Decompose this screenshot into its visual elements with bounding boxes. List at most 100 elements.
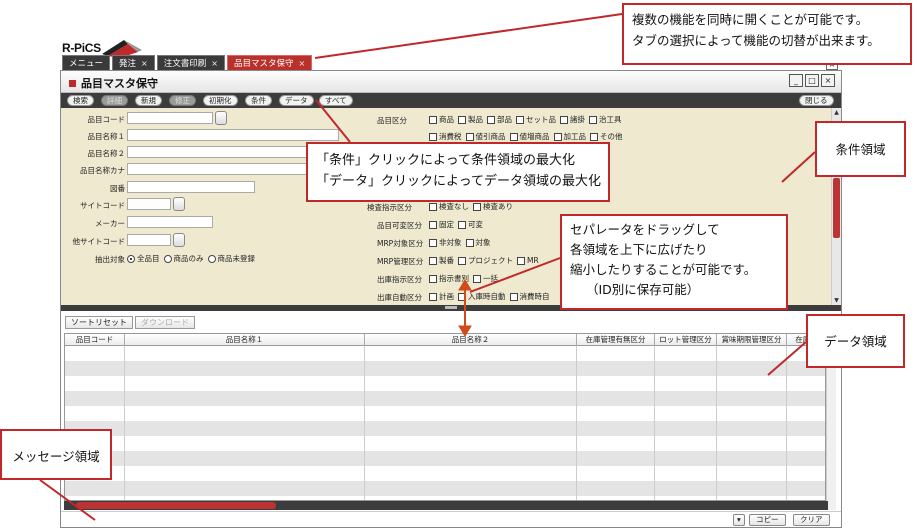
checkbox-project[interactable]: プロジェクト [458,255,513,266]
item-code-lookup-button[interactable] [215,111,227,125]
separator-grip-icon[interactable] [445,306,457,309]
checkbox-tax[interactable]: 消費税 [429,131,462,142]
grid-column-header[interactable]: 賞味期限管理区分 [717,334,787,346]
drawing-input[interactable] [127,181,255,193]
all-button[interactable]: すべて [319,95,353,106]
close-icon[interactable]: × [141,59,148,68]
checkbox-serial[interactable]: 製番 [429,255,454,266]
minimize-button[interactable]: _ [789,74,803,87]
checkbox-label: 指示書別 [439,274,469,283]
checkbox-mrp[interactable]: MR [517,256,539,265]
table-row[interactable] [65,406,825,421]
checkbox-set[interactable]: セット品 [516,114,556,125]
table-row[interactable] [65,421,825,436]
grid-column-header[interactable]: 在庫管理有無区分 [577,334,655,346]
checkbox-icon [465,132,474,141]
checkbox-on-consume[interactable]: 消費時自 [509,291,550,302]
callout-text: 「データ」クリックによってデータ領域の最大化 [316,174,601,189]
checkbox-other[interactable]: その他 [590,131,623,142]
checkbox-plan[interactable]: 計画 [429,291,454,302]
copy-button[interactable]: コピー [749,514,786,526]
other-site-input[interactable] [127,234,171,246]
grid-column-header[interactable]: 品目名称１ [125,334,365,346]
table-row[interactable] [65,481,825,496]
close-icon[interactable]: × [211,59,218,68]
item-code-input[interactable] [127,112,213,124]
maker-input[interactable] [127,216,213,228]
init-button[interactable]: 初期化 [203,95,238,106]
restore-button[interactable]: □ [805,74,819,87]
tab-menu[interactable]: メニュー [62,55,111,70]
grid-column-header[interactable]: 品目名称２ [365,334,577,346]
checkbox-tools[interactable]: 治工具 [589,114,622,125]
checkbox-label: 対象 [475,238,491,247]
checkbox-label: 値引商品 [475,132,506,141]
table-row[interactable] [65,391,825,406]
separator-callout: セパレータをドラッグして 各領域を上下に広げたり 縮小したりすることが可能です。… [560,214,788,310]
checkbox-fixed[interactable]: 固定 [429,219,454,230]
table-row[interactable] [65,361,825,376]
checkbox-batch[interactable]: 一括 [473,273,498,284]
tabs-callout: 複数の機能を同時に開くことが可能です。 タブの選択によって機能の切替が出来ます。 [622,3,912,65]
table-row[interactable] [65,466,825,481]
other-site-lookup-button[interactable] [173,233,185,247]
close-window-button[interactable]: 閉じる [799,95,834,106]
radio-all-items[interactable]: 全品目 [127,253,160,264]
detail-button[interactable]: 詳細 [101,95,128,106]
grid-horizontal-scrollbar[interactable] [64,501,828,510]
checkbox-target[interactable]: 対象 [465,237,491,248]
table-row[interactable] [65,436,825,451]
radio-icon [207,254,216,263]
checkbox-no-inspection[interactable]: 検査なし [429,201,469,212]
checkbox-label: 加工品 [563,132,587,141]
checkbox-inspection[interactable]: 検査あり [473,201,513,212]
checkbox-non-target[interactable]: 非対象 [429,237,462,248]
table-row[interactable] [65,451,825,466]
checkbox-label: その他 [600,132,623,141]
checkbox-icon [517,256,525,265]
checkbox-auto-on-receipt[interactable]: 入庫時自動 [458,291,506,302]
grid-column-header[interactable]: ロット管理区分 [655,334,717,346]
checkbox-surcharge[interactable]: 値増商品 [509,131,550,142]
site-code-label: サイトコード [80,201,125,210]
checkbox-product[interactable]: 製品 [458,114,483,125]
table-row[interactable] [65,346,825,361]
scrollbar-thumb[interactable] [833,178,840,238]
search-button[interactable]: 検索 [67,95,94,106]
checkbox-part[interactable]: 部品 [487,114,512,125]
tab-order[interactable]: 発注 × [112,55,155,70]
close-button[interactable]: × [821,74,835,87]
download-button[interactable]: ダウンロード [135,316,195,329]
condition-button[interactable]: 条件 [245,95,272,106]
checkbox-by-document[interactable]: 指示書別 [429,273,469,284]
table-row[interactable] [65,376,825,391]
clear-button[interactable]: クリア [793,514,830,526]
checkbox-variable[interactable]: 可変 [458,219,483,230]
site-code-input[interactable] [127,198,171,210]
checkbox-charges[interactable]: 諸掛 [560,114,585,125]
new-button[interactable]: 新規 [135,95,162,106]
tab-po-print[interactable]: 注文書印刷 × [156,55,225,70]
checkbox-icon [458,292,466,301]
message-dropdown-button[interactable]: ▾ [733,514,745,526]
radio-goods-only[interactable]: 商品のみ [163,253,204,264]
grid-column-line [786,346,787,500]
scrollbar-thumb[interactable] [76,502,276,509]
checkbox-discount[interactable]: 値引商品 [465,131,506,142]
checkbox-processed[interactable]: 加工品 [553,131,587,142]
edit-button[interactable]: 修正 [169,95,196,106]
item-class-checkboxes-2: 消費税 値引商品 値増商品 加工品 その他 [429,131,623,142]
checkbox-label: 値増商品 [519,132,550,141]
checkbox-label: セット品 [526,115,556,124]
data-button[interactable]: データ [279,95,314,106]
sort-reset-button[interactable]: ソートリセット [65,316,133,329]
site-code-lookup-button[interactable] [173,197,185,211]
close-icon[interactable]: × [298,59,305,68]
item-name1-input[interactable] [127,129,339,141]
scroll-up-icon[interactable]: ▲ [833,109,840,116]
checkbox-goods[interactable]: 商品 [429,114,454,125]
grid-column-header[interactable]: 品目コード [65,334,125,346]
tab-item-master[interactable]: 品目マスタ保守 × [226,55,313,70]
scroll-down-icon[interactable]: ▼ [833,297,840,304]
radio-goods-unregistered[interactable]: 商品未登録 [207,253,255,264]
